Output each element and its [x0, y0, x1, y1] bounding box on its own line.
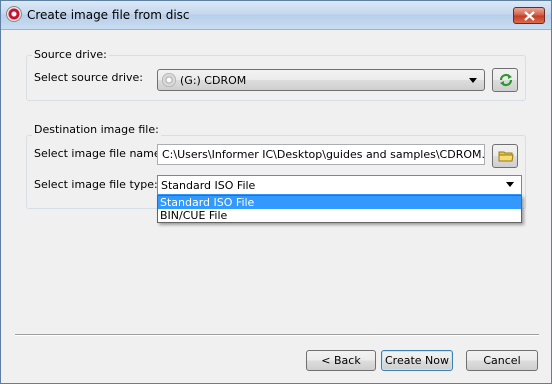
back-button[interactable]: < Back	[306, 350, 376, 371]
refresh-icon	[499, 73, 513, 87]
source-drive-value: (G:) CDROM	[180, 74, 247, 87]
chevron-down-icon	[469, 78, 477, 83]
refresh-button[interactable]	[492, 68, 518, 92]
destination-group-label: Destination image file:	[32, 123, 161, 136]
image-file-name-label: Select image file name:	[34, 147, 165, 160]
bottom-separator	[15, 334, 539, 336]
source-drive-label: Select source drive:	[34, 71, 144, 84]
option-bin-cue[interactable]: BIN/CUE File	[158, 209, 521, 222]
source-drive-combo[interactable]: (G:) CDROM	[157, 69, 485, 91]
image-file-type-dropdown: Standard ISO File BIN/CUE File	[157, 195, 522, 223]
disc-app-icon	[6, 6, 22, 22]
cancel-button[interactable]: Cancel	[466, 350, 538, 371]
source-drive-group-label: Source drive:	[32, 48, 109, 61]
close-icon	[524, 11, 535, 21]
cd-drive-icon	[162, 73, 176, 87]
chevron-down-icon	[506, 182, 514, 187]
create-now-button[interactable]: Create Now	[381, 350, 453, 371]
browse-button[interactable]	[492, 144, 518, 168]
image-file-type-label: Select image file type:	[34, 178, 158, 191]
image-file-type-value: Standard ISO File	[161, 179, 256, 192]
option-standard-iso[interactable]: Standard ISO File	[158, 196, 521, 209]
dialog-window: Create image file from disc Source drive…	[0, 0, 552, 384]
image-file-name-input[interactable]: C:\Users\Informer IC\Desktop\guides and …	[157, 144, 485, 165]
close-button[interactable]	[513, 7, 545, 24]
title-bar[interactable]: Create image file from disc	[1, 1, 551, 30]
folder-icon	[498, 151, 514, 162]
image-file-type-select[interactable]: Standard ISO File	[157, 175, 522, 195]
window-title: Create image file from disc	[27, 8, 190, 22]
